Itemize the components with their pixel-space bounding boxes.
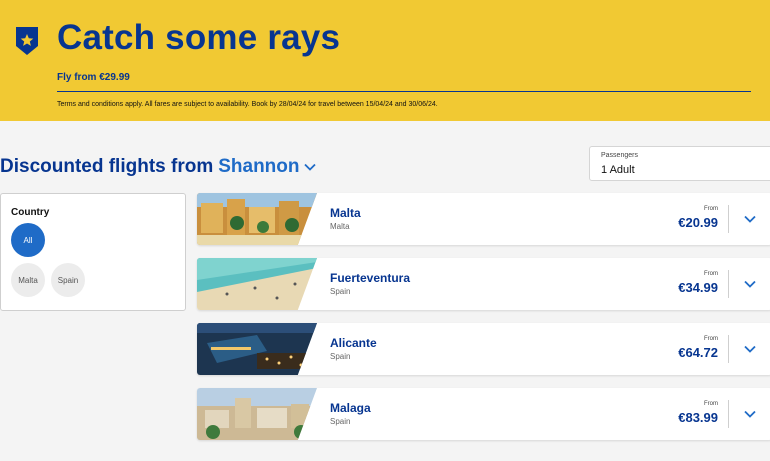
country-filter-panel: Country All Malta Spain xyxy=(0,193,186,311)
heading-prefix: Discounted flights from xyxy=(0,156,214,177)
chevron-down-icon xyxy=(303,163,316,171)
destination-city: Fuerteventura xyxy=(330,271,411,285)
origin-label: Shannon xyxy=(218,156,300,177)
filter-chip-spain[interactable]: Spain xyxy=(51,263,85,297)
page-title: Discounted flights from Shannon xyxy=(0,156,316,178)
destination-country: Spain xyxy=(330,352,351,361)
chevron-down-icon[interactable] xyxy=(743,212,757,226)
chevron-down-icon[interactable] xyxy=(743,407,757,421)
destination-card-malta[interactable]: Malta Malta From €20.99 xyxy=(197,193,770,245)
destination-country: Spain xyxy=(330,417,351,426)
destination-city: Alicante xyxy=(330,336,377,350)
destination-price: €64.72 xyxy=(678,345,718,360)
price-from-label: From xyxy=(704,206,718,212)
price-from-label: From xyxy=(704,271,718,277)
promo-banner: Catch some rays Fly from €29.99 Terms an… xyxy=(0,0,770,121)
price-from-label: From xyxy=(704,401,718,407)
destination-price: €20.99 xyxy=(678,215,718,230)
destination-card-fuerteventura[interactable]: Fuerteventura Spain From €34.99 xyxy=(197,258,770,310)
destination-image xyxy=(197,193,317,245)
price-from-label: From xyxy=(704,336,718,342)
promo-title: Catch some rays xyxy=(57,18,341,57)
card-divider xyxy=(728,270,729,298)
card-divider xyxy=(728,205,729,233)
card-divider xyxy=(728,400,729,428)
destination-card-alicante[interactable]: Alicante Spain From €64.72 xyxy=(197,323,770,375)
destination-country: Spain xyxy=(330,287,351,296)
card-divider xyxy=(728,335,729,363)
promo-subtitle: Fly from €29.99 xyxy=(57,72,130,83)
chevron-down-icon[interactable] xyxy=(743,277,757,291)
passengers-label: Passengers xyxy=(601,152,638,159)
chevron-down-icon[interactable] xyxy=(743,342,757,356)
star-shield-icon xyxy=(16,27,38,55)
filter-chip-malta[interactable]: Malta xyxy=(11,263,45,297)
promo-divider xyxy=(57,91,751,92)
promo-terms: Terms and conditions apply. All fares ar… xyxy=(57,101,438,108)
destination-city: Malaga xyxy=(330,401,371,415)
destination-country: Malta xyxy=(330,222,350,231)
destination-price: €34.99 xyxy=(678,280,718,295)
destination-image xyxy=(197,388,317,440)
filter-title: Country xyxy=(11,207,50,218)
destination-price: €83.99 xyxy=(678,410,718,425)
destination-image xyxy=(197,323,317,375)
origin-selector[interactable]: Shannon xyxy=(218,156,316,178)
passengers-value: 1 Adult xyxy=(601,164,635,176)
destination-image xyxy=(197,258,317,310)
destination-city: Malta xyxy=(330,206,361,220)
passengers-field[interactable]: Passengers 1 Adult xyxy=(589,146,770,181)
destination-card-malaga[interactable]: Malaga Spain From €83.99 xyxy=(197,388,770,440)
filter-chip-all[interactable]: All xyxy=(11,223,45,257)
